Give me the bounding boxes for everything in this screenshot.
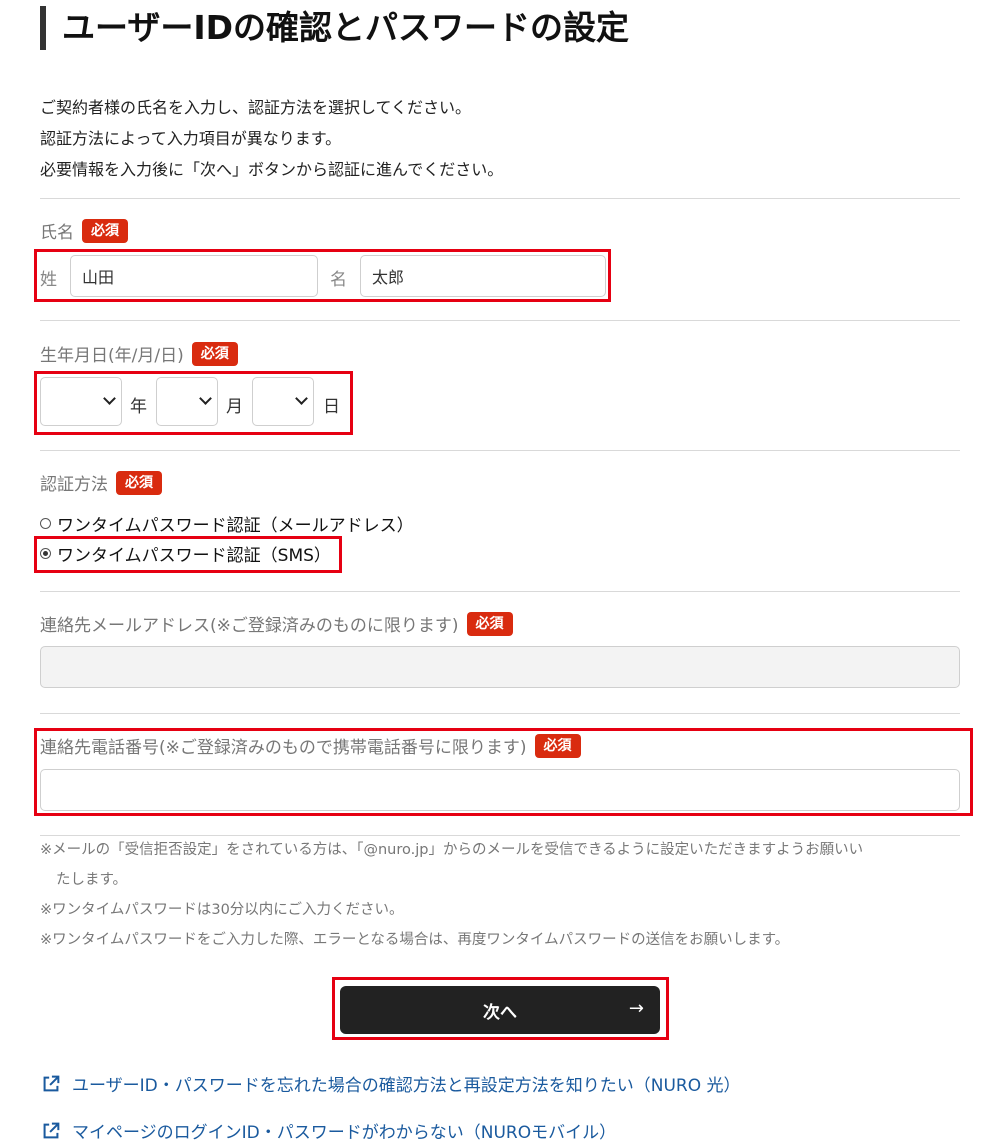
divider xyxy=(40,198,960,199)
note-line: ※ワンタイムパスワードをご入力した際、エラーとなる場合は、再度ワンタイムパスワー… xyxy=(40,932,790,948)
chevron-down-icon xyxy=(103,392,116,405)
year-unit: 年 xyxy=(130,397,147,417)
link-text[interactable]: ユーザーID・パスワードを忘れた場合の確認方法と再設定方法を知りたい（NURO … xyxy=(72,1071,741,1096)
divider xyxy=(40,713,960,714)
first-name-prefix: 名 xyxy=(330,270,347,290)
email-label: 連絡先メールアドレス(※ご登録済みのものに限ります) 必須 xyxy=(40,611,513,636)
birthdate-label-text: 生年月日(年/月/日) xyxy=(40,346,184,366)
required-badge: 必須 xyxy=(534,733,581,758)
month-select[interactable] xyxy=(156,377,218,426)
required-badge: 必須 xyxy=(191,341,238,366)
year-select[interactable] xyxy=(40,377,122,426)
divider xyxy=(40,591,960,592)
radio-button[interactable] xyxy=(40,518,51,529)
page-title: ユーザーIDの確認とパスワードの設定 xyxy=(40,6,629,50)
auth-method-label: 認証方法 必須 xyxy=(40,470,162,495)
auth-option-label: ワンタイムパスワード認証（SMS） xyxy=(57,546,331,566)
day-select[interactable] xyxy=(252,377,314,426)
phone-label-text: 連絡先電話番号(※ご登録済みのもので携帯電話番号に限ります) xyxy=(40,738,527,758)
auth-method-label-text: 認証方法 xyxy=(40,475,108,495)
note-line: ※ワンタイムパスワードは30分以内にご入力ください。 xyxy=(40,902,404,918)
phone-field[interactable] xyxy=(40,769,960,811)
auth-option-sms[interactable]: ワンタイムパスワード認証（SMS） xyxy=(40,541,331,566)
link-text[interactable]: マイページのログインID・パスワードがわからない（NUROモバイル） xyxy=(72,1118,616,1143)
required-badge: 必須 xyxy=(116,470,162,495)
note-line: ※メールの「受信拒否設定」をされている方は、「@nuro.jp」からのメールを受… xyxy=(40,842,864,858)
notes: ※メールの「受信拒否設定」をされている方は、「@nuro.jp」からのメールを受… xyxy=(40,835,960,955)
last-name-input[interactable] xyxy=(70,255,318,297)
email-field[interactable] xyxy=(40,646,960,688)
birthdate-label: 生年月日(年/月/日) 必須 xyxy=(40,341,238,366)
email-label-text: 連絡先メールアドレス(※ご登録済みのものに限ります) xyxy=(40,616,459,636)
auth-option-label: ワンタイムパスワード認証（メールアドレス） xyxy=(57,516,414,536)
link-mypage-login[interactable]: マイページのログインID・パスワードがわからない（NUROモバイル） xyxy=(40,1118,616,1143)
required-badge: 必須 xyxy=(82,218,128,243)
intro-line: 必要情報を入力後に「次へ」ボタンから認証に進んでください。 xyxy=(40,160,504,179)
divider xyxy=(40,320,960,321)
chevron-down-icon xyxy=(199,392,212,405)
auth-option-email[interactable]: ワンタイムパスワード認証（メールアドレス） xyxy=(40,511,414,536)
month-unit: 月 xyxy=(226,397,243,417)
day-unit: 日 xyxy=(323,397,340,417)
next-button-label: 次へ xyxy=(483,1002,517,1023)
next-button[interactable]: 次へ → xyxy=(340,986,660,1034)
intro-text: ご契約者様の氏名を入力し、認証方法を選択してください。 認証方法によって入力項目… xyxy=(40,92,503,185)
last-name-prefix: 姓 xyxy=(40,270,57,290)
first-name-input[interactable] xyxy=(360,255,606,297)
arrow-right-icon: → xyxy=(628,998,644,1019)
name-label-text: 氏名 xyxy=(40,223,74,243)
radio-button[interactable] xyxy=(40,548,51,559)
external-link-icon xyxy=(43,1075,60,1091)
external-link-icon xyxy=(43,1122,60,1138)
divider xyxy=(40,450,960,451)
intro-line: 認証方法によって入力項目が異なります。 xyxy=(40,129,342,148)
name-label: 氏名 必須 xyxy=(40,218,128,243)
required-badge: 必須 xyxy=(466,611,513,636)
link-forgot-id-password[interactable]: ユーザーID・パスワードを忘れた場合の確認方法と再設定方法を知りたい（NURO … xyxy=(40,1071,741,1096)
chevron-down-icon xyxy=(295,392,308,405)
intro-line: ご契約者様の氏名を入力し、認証方法を選択してください。 xyxy=(40,98,472,117)
note-line: たします。 xyxy=(56,872,128,888)
phone-label: 連絡先電話番号(※ご登録済みのもので携帯電話番号に限ります) 必須 xyxy=(40,733,581,758)
